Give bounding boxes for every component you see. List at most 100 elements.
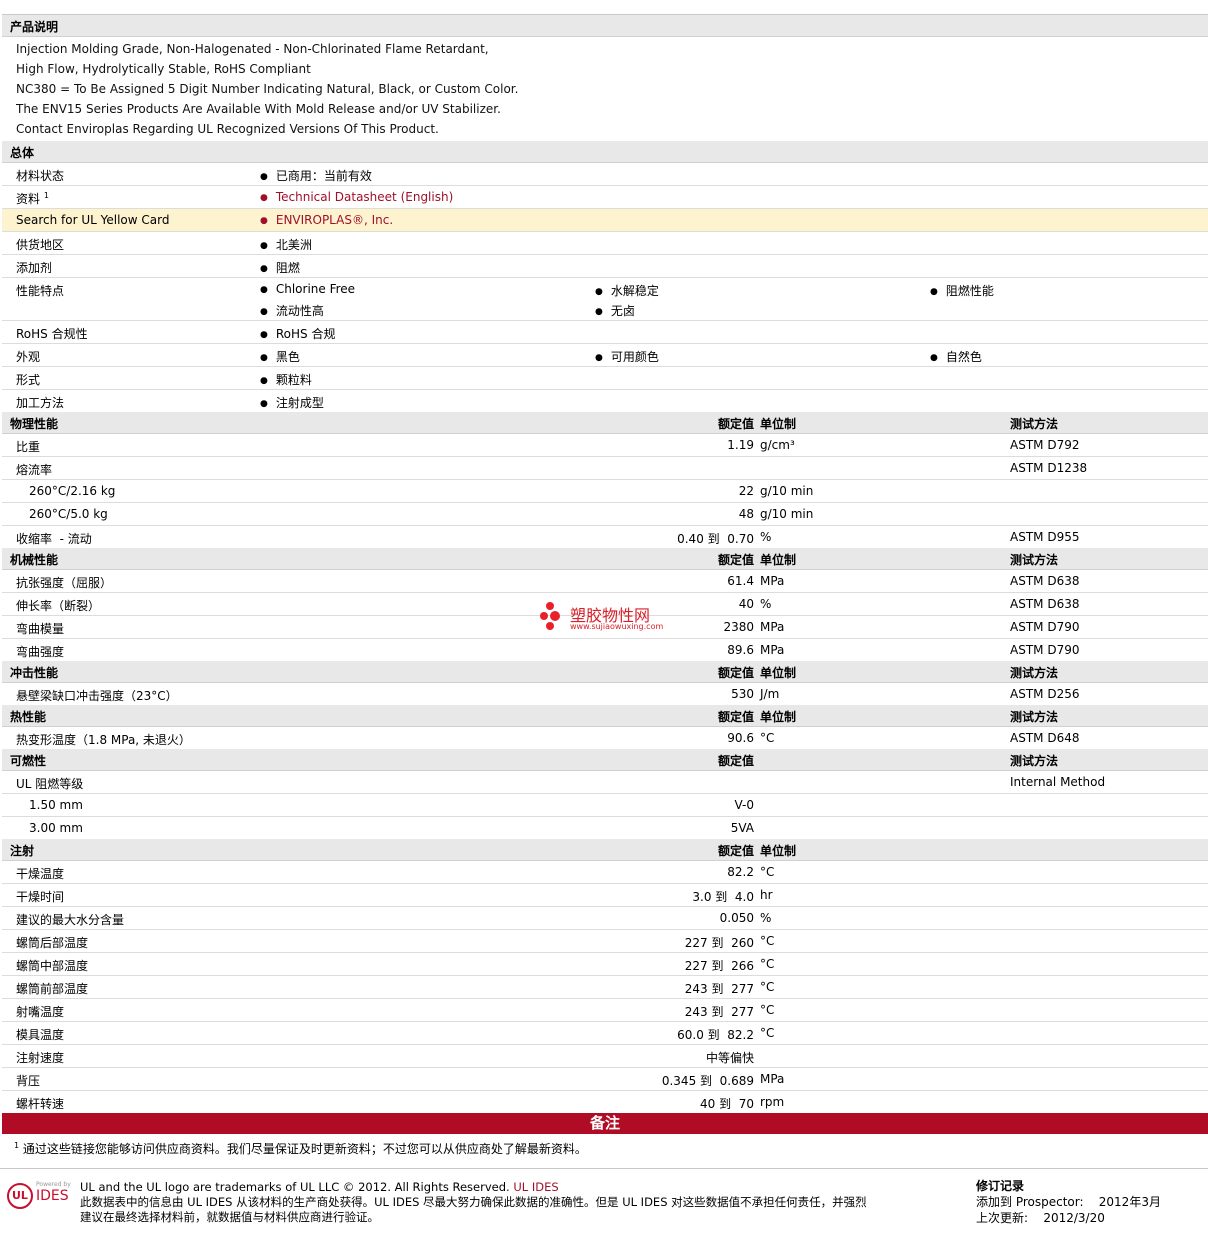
row-label: 模具温度 <box>16 1028 65 1042</box>
row-label: 伸长率（断裂） <box>16 599 101 613</box>
footer: Powered by UL IDES UL and the UL logo ar… <box>0 1168 1208 1235</box>
table-row: 悬壁梁缺口冲击强度（23°C） 530 J/m ASTM D256 <box>2 683 1208 705</box>
row-method: ASTM D638 <box>1010 597 1080 611</box>
appearance-item: 可用颜色 <box>595 348 659 365</box>
row-method: ASTM D648 <box>1010 731 1080 745</box>
row-appearance: 外观 黑色 可用颜色 自然色 <box>2 344 1208 367</box>
row-value: 243 到 277 <box>684 982 754 996</box>
row-unit: rpm <box>760 1095 785 1109</box>
row-unit: hr <box>760 888 773 902</box>
row-processing: 加工方法 注射成型 <box>2 390 1208 412</box>
row-unit: °C <box>760 731 775 745</box>
header-value: 额定值 <box>717 553 754 567</box>
table-row: 螺杆转速 40 到 70 rpm <box>2 1091 1208 1113</box>
ul-ides-link[interactable]: UL IDES <box>513 1180 558 1194</box>
row-region: 供货地区 北美洲 <box>2 232 1208 255</box>
row-label: 建议的最大水分含量 <box>16 913 125 927</box>
header-value: 额定值 <box>717 666 754 680</box>
feature-item: 阻燃性能 <box>930 282 994 299</box>
description-line: The ENV15 Series Products Are Available … <box>16 102 501 116</box>
section-general: 总体 <box>2 141 1208 163</box>
row-form: 形式 颗粒料 <box>2 367 1208 390</box>
updated-label: 上次更新: <box>976 1211 1029 1225</box>
description-block: Injection Molding Grade, Non-Halogenated… <box>2 37 1208 141</box>
row-value: 注射成型 <box>260 394 324 411</box>
logo-ul: UL <box>12 1189 28 1202</box>
row-label: 背压 <box>16 1074 41 1088</box>
row-method: ASTM D638 <box>1010 574 1080 588</box>
row-unit: MPa <box>760 1072 785 1086</box>
row-label: 外观 <box>16 350 41 364</box>
row-value: 北美洲 <box>260 236 312 253</box>
appearance-item: 自然色 <box>930 348 982 365</box>
row-value: 61.4 <box>727 574 754 588</box>
row-label: 干燥时间 <box>16 890 65 904</box>
header-value: 额定值 <box>717 844 754 858</box>
header-unit: 单位制 <box>760 710 797 724</box>
row-unit: °C <box>760 957 775 971</box>
row-ul-card: Search for UL Yellow Card ENVIROPLAS®, In… <box>2 209 1208 232</box>
section-title: 物理性能 <box>10 417 59 431</box>
supplier-link[interactable]: ENVIROPLAS®, Inc. <box>260 213 393 227</box>
row-label: 1.50 mm <box>29 798 83 812</box>
docs-label: 资料 <box>16 192 41 206</box>
table-row: 干燥温度 82.2 °C <box>2 861 1208 884</box>
description-line: Contact Enviroplas Regarding UL Recogniz… <box>16 122 439 136</box>
row-value: 40 到 70 <box>700 1097 754 1111</box>
header-method: 测试方法 <box>1010 710 1059 724</box>
row-method: ASTM D790 <box>1010 643 1080 657</box>
row-method: ASTM D1238 <box>1010 461 1088 475</box>
row-value: 530 <box>731 687 754 701</box>
row-label: 抗张强度（屈服） <box>16 576 113 590</box>
row-label: UL 阻燃等级 <box>16 777 84 791</box>
row-label: 悬壁梁缺口冲击强度（23°C） <box>16 689 178 703</box>
table-row: 1.50 mm V-0 <box>2 794 1208 817</box>
section-title: 产品说明 <box>10 20 59 34</box>
table-row: 螺筒前部温度 243 到 277 °C <box>2 976 1208 999</box>
row-unit: % <box>760 530 772 544</box>
row-value: 48 <box>738 507 754 521</box>
row-label: 螺杆转速 <box>16 1097 65 1111</box>
row-value: 中等偏快 <box>705 1051 754 1065</box>
table-row: 收缩率 - 流动 0.40 到 0.70% ASTM D955 <box>2 526 1208 548</box>
row-unit: °C <box>760 934 775 948</box>
row-value: 40 <box>738 597 754 611</box>
row-value: RoHS 合规 <box>260 325 336 342</box>
row-unit: °C <box>760 980 775 994</box>
row-value: 0.40 到 0.70 <box>677 532 754 546</box>
table-row: 螺筒中部温度 227 到 266 °C <box>2 953 1208 976</box>
row-label: 热变形温度（1.8 MPa, 未退火） <box>16 733 191 747</box>
table-row: 模具温度 60.0 到 82.2 °C <box>2 1022 1208 1045</box>
row-value: 227 到 266 <box>684 959 754 973</box>
description-line: High Flow, Hydrolytically Stable, RoHS C… <box>16 62 311 76</box>
trademark-line: UL and the UL logo are trademarks of UL … <box>80 1180 970 1195</box>
datasheet: 产品说明 Injection Molding Grade, Non-Haloge… <box>2 14 1208 1164</box>
footnote: 1 通过这些链接您能够访问供应商资料。我们尽量保证及时更新资料；不过您可以从供应… <box>2 1134 1208 1164</box>
watermark: 塑胶物性网 www.sujiaowuxing.com <box>540 600 680 639</box>
row-label: 260°C/5.0 kg <box>29 507 108 521</box>
description-line: Injection Molding Grade, Non-Halogenated… <box>16 42 489 56</box>
header-unit: 单位制 <box>760 553 797 567</box>
ul-card-link[interactable]: Search for UL Yellow Card <box>16 213 169 227</box>
row-value: 0.050 <box>719 911 754 925</box>
table-row: 干燥时间 3.0 到 4.0 hr <box>2 884 1208 907</box>
footnote-text-wrap: 1 通过这些链接您能够访问供应商资料。我们尽量保证及时更新资料；不过您可以从供应… <box>14 1140 587 1157</box>
row-label: 弯曲强度 <box>16 645 65 659</box>
row-label: 加工方法 <box>16 396 65 410</box>
disclaimer-line: 此数据表中的信息由 UL IDES 从该材料的生产商处获得。UL IDES 尽最… <box>80 1195 867 1209</box>
row-label: 干燥温度 <box>16 867 65 881</box>
section-description: 产品说明 <box>2 15 1208 37</box>
datasheet-link[interactable]: Technical Datasheet (English) <box>260 190 453 204</box>
row-label: 供货地区 <box>16 238 65 252</box>
section-injection: 注射 额定值 单位制 <box>2 839 1208 861</box>
footer-text: UL and the UL logo are trademarks of UL … <box>80 1180 970 1225</box>
row-value: 243 到 277 <box>684 1005 754 1019</box>
row-label: 材料状态 <box>16 169 65 183</box>
section-title: 冲击性能 <box>10 666 59 680</box>
notes-header: 备注 <box>2 1113 1208 1134</box>
table-row: 260°C/2.16 kg 22 g/10 min <box>2 480 1208 503</box>
feature-item: 流动性高 <box>260 302 324 319</box>
table-row: 260°C/5.0 kg 48 g/10 min <box>2 503 1208 526</box>
header-unit: 单位制 <box>760 417 797 431</box>
header-value: 额定值 <box>717 754 754 768</box>
